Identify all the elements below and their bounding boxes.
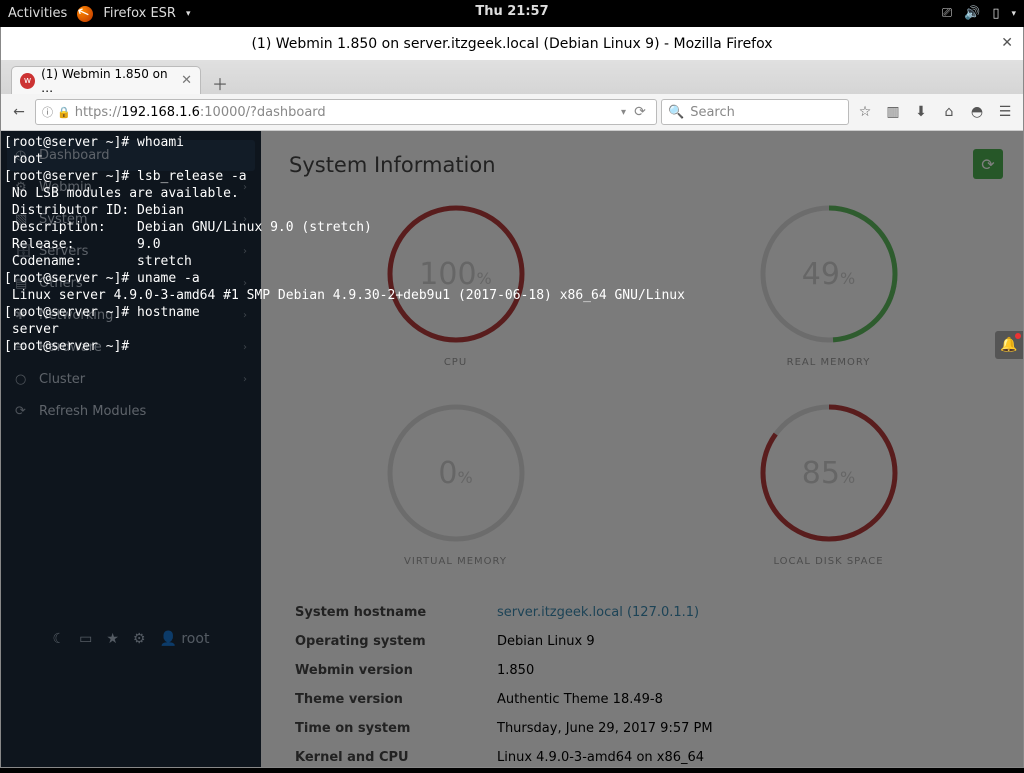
- info-key: Theme version: [291, 686, 491, 713]
- info-row: Time on systemThursday, June 29, 2017 9:…: [291, 715, 993, 742]
- user-icon[interactable]: 👤 root: [159, 631, 209, 647]
- chevron-right-icon: ›: [243, 374, 247, 385]
- gauge-label: REAL MEMORY: [787, 357, 871, 368]
- gauge-label: CPU: [444, 357, 467, 368]
- firefox-icon: [77, 6, 93, 22]
- info-key: Webmin version: [291, 657, 491, 684]
- home-button[interactable]: ⌂: [937, 100, 961, 124]
- info-row: Theme versionAuthentic Theme 18.49-8: [291, 686, 993, 713]
- tab-close-button[interactable]: ✕: [181, 73, 192, 88]
- gauge-value: 0%: [438, 456, 472, 491]
- tab-title: (1) Webmin 1.850 on …: [41, 67, 175, 95]
- moon-icon[interactable]: ☾: [53, 631, 66, 647]
- sidebar-item-icon: ⟳: [15, 404, 31, 419]
- sidebar-item-cluster[interactable]: ○ Cluster›: [7, 364, 255, 395]
- window-close-button[interactable]: ✕: [1001, 35, 1013, 51]
- info-key: Kernel and CPU: [291, 744, 491, 771]
- sidebar-button[interactable]: ▥: [881, 100, 905, 124]
- gauge-value: 85%: [802, 456, 855, 491]
- reload-button[interactable]: ⟳: [630, 104, 650, 120]
- terminal-icon[interactable]: ▭: [79, 631, 92, 647]
- chevron-down-icon[interactable]: ▾: [1011, 9, 1016, 19]
- back-button[interactable]: ←: [7, 100, 31, 124]
- identity-icon[interactable]: ⓘ: [42, 104, 53, 120]
- info-key: Time on system: [291, 715, 491, 742]
- activities-button[interactable]: Activities: [8, 6, 67, 21]
- search-icon: 🔍: [668, 105, 684, 120]
- info-row: Kernel and CPULinux 4.9.0-3-amd64 on x86…: [291, 744, 993, 771]
- refresh-button[interactable]: ⟳: [973, 149, 1003, 179]
- info-value: Authentic Theme 18.49-8: [493, 686, 993, 713]
- lock-icon: 🔒: [57, 106, 71, 119]
- info-row: Operating systemDebian Linux 9: [291, 628, 993, 655]
- battery-icon[interactable]: ▯: [992, 6, 999, 21]
- system-info-table: System hostname server.itzgeek.local (127…: [289, 597, 995, 773]
- gauge-value: 49%: [802, 257, 855, 292]
- gauge-label: VIRTUAL MEMORY: [404, 556, 507, 567]
- window-title: (1) Webmin 1.850 on server.itzgeek.local…: [251, 36, 772, 52]
- star-icon[interactable]: ★: [106, 631, 119, 647]
- gear-icon[interactable]: ⚙: [133, 631, 146, 647]
- gauge-mem: 49% REAL MEMORY: [662, 199, 995, 368]
- info-value: Debian Linux 9: [493, 628, 993, 655]
- clock-label[interactable]: Thu 21:57: [475, 4, 548, 19]
- navigation-toolbar: ← ⓘ 🔒 https://192.168.1.6:10000/?dashboa…: [1, 94, 1023, 131]
- chevron-down-icon: ▾: [186, 9, 191, 19]
- terminal-overlay[interactable]: [root@server ~]# whoami root [root@serve…: [0, 132, 630, 357]
- info-key: Operating system: [291, 628, 491, 655]
- url-text: https://192.168.1.6:10000/?dashboard: [75, 105, 617, 120]
- info-link[interactable]: server.itzgeek.local (127.0.1.1): [497, 605, 699, 620]
- dropmarker-icon[interactable]: ▾: [621, 107, 626, 118]
- info-value: Linux 4.9.0-3-amd64 on x86_64: [493, 744, 993, 771]
- info-row: Webmin version1.850: [291, 657, 993, 684]
- downloads-button[interactable]: ⬇: [909, 100, 933, 124]
- info-value: server.itzgeek.local (127.0.1.1): [493, 599, 993, 626]
- search-bar[interactable]: 🔍 Search: [661, 99, 849, 125]
- volume-icon[interactable]: 🔊: [964, 6, 980, 21]
- info-row: System hostname server.itzgeek.local (127…: [291, 599, 993, 626]
- tab-strip: w (1) Webmin 1.850 on … ✕ ＋: [1, 60, 1023, 94]
- gnome-top-bar: Activities Firefox ESR ▾ Thu 21:57 ⎚ 🔊 ▯…: [0, 0, 1024, 27]
- sidebar-footer: ☾ ▭ ★ ⚙ 👤 root: [1, 631, 261, 647]
- network-icon[interactable]: ⎚: [942, 6, 952, 21]
- gauge-vmem: 0% VIRTUAL MEMORY: [289, 398, 622, 567]
- favicon-icon: w: [20, 73, 35, 89]
- sidebar-item-icon: ○: [15, 372, 31, 387]
- sidebar-item-label: Refresh Modules: [39, 404, 247, 419]
- info-value: 1.850: [493, 657, 993, 684]
- gauge-label: LOCAL DISK SPACE: [773, 556, 883, 567]
- gauge-disk: 85% LOCAL DISK SPACE: [662, 398, 995, 567]
- pocket-button[interactable]: ◓: [965, 100, 989, 124]
- window-titlebar: (1) Webmin 1.850 on server.itzgeek.local…: [1, 27, 1023, 60]
- new-tab-button[interactable]: ＋: [207, 72, 233, 94]
- menu-button[interactable]: ☰: [993, 100, 1017, 124]
- url-bar[interactable]: ⓘ 🔒 https://192.168.1.6:10000/?dashboard…: [35, 99, 657, 125]
- info-value: Thursday, June 29, 2017 9:57 PM: [493, 715, 993, 742]
- notification-bell[interactable]: 🔔: [995, 331, 1023, 359]
- sidebar-item-refresh-modules[interactable]: ⟳ Refresh Modules: [7, 396, 255, 427]
- app-menu-button[interactable]: Firefox ESR: [103, 6, 176, 21]
- sidebar-item-label: Cluster: [39, 372, 243, 387]
- search-placeholder: Search: [690, 105, 735, 120]
- browser-tab[interactable]: w (1) Webmin 1.850 on … ✕: [11, 66, 201, 94]
- bookmark-star-button[interactable]: ☆: [853, 100, 877, 124]
- info-key: System hostname: [291, 599, 491, 626]
